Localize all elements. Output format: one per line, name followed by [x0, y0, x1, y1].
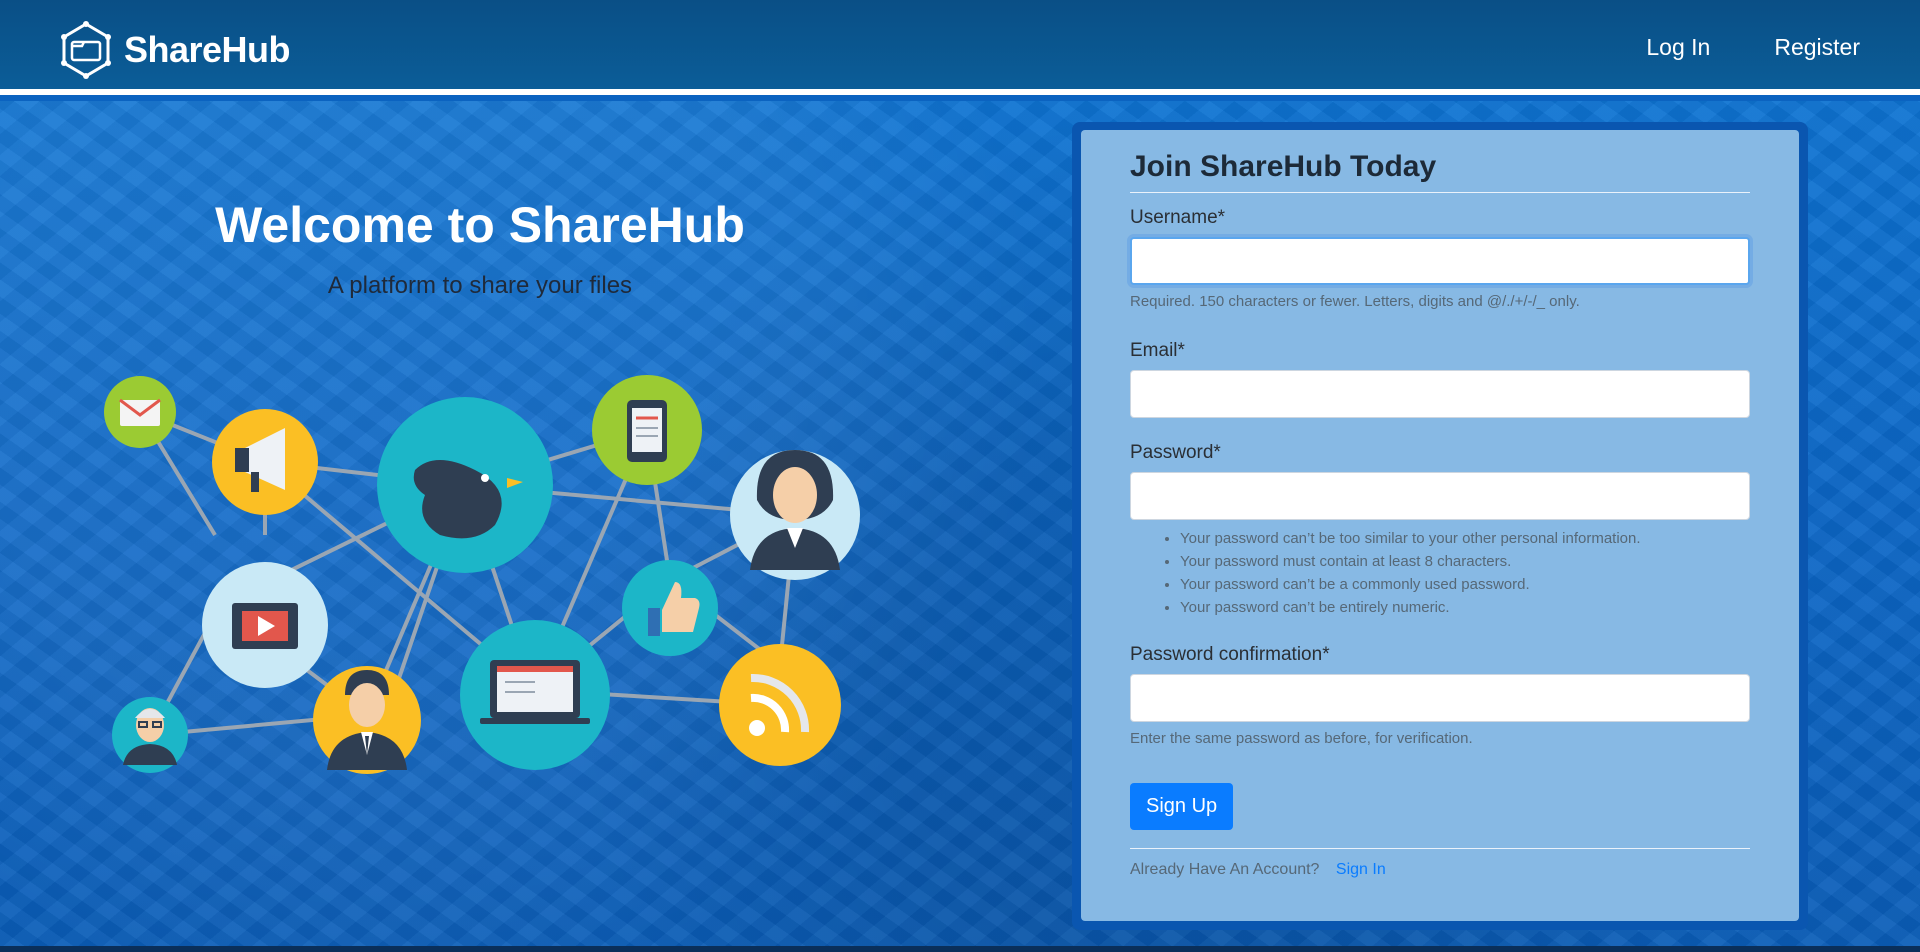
username-help: Required. 150 characters or fewer. Lette…: [1130, 293, 1580, 310]
bottom-strip: [0, 946, 1920, 952]
form-divider: [1130, 848, 1750, 849]
account-prompt-text: Already Have An Account?: [1130, 861, 1320, 878]
mail-icon: [104, 376, 176, 448]
signin-link[interactable]: Sign In: [1336, 861, 1386, 878]
password-rule: Your password can’t be entirely numeric.: [1180, 599, 1750, 616]
thumbs-up-icon: [622, 560, 718, 656]
businessman-avatar: [313, 666, 421, 774]
password-confirmation-label: Password confirmation*: [1130, 644, 1330, 665]
password-rule: Your password can’t be too similar to yo…: [1180, 530, 1750, 547]
nav-register-link[interactable]: Register: [1774, 34, 1860, 61]
email-input[interactable]: [1130, 370, 1750, 418]
form-title: Join ShareHub Today: [1130, 150, 1750, 193]
hero-subtitle: A platform to share your files: [327, 272, 633, 299]
password-label: Password*: [1130, 442, 1221, 463]
nav-login-link[interactable]: Log In: [1646, 34, 1710, 61]
password-rule: Your password must contain at least 8 ch…: [1180, 553, 1750, 570]
network-illustration: [104, 375, 860, 774]
nav-links: Log In Register: [1646, 34, 1860, 61]
brand-link[interactable]: ShareHub: [56, 20, 291, 80]
password-rules: Your password can’t be too similar to yo…: [1130, 530, 1750, 616]
video-icon: [202, 562, 328, 688]
smartphone-icon: [592, 375, 702, 485]
password-confirmation-help: Enter the same password as before, for v…: [1130, 730, 1473, 747]
rss-icon: [719, 644, 841, 766]
password-rule: Your password can’t be a commonly used p…: [1180, 576, 1750, 593]
account-prompt-line: Already Have An Account? Sign In: [1130, 861, 1750, 879]
laptop-icon: [460, 620, 610, 770]
hero-title: Welcome to ShareHub: [215, 197, 745, 253]
brand-name: ShareHub: [124, 29, 291, 70]
navbar: ShareHub Log In Register: [0, 0, 1920, 95]
bird-icon: [377, 397, 553, 573]
sharehub-logo-icon: [61, 21, 111, 79]
email-label: Email*: [1130, 340, 1185, 361]
businesswoman-avatar: [730, 450, 860, 580]
username-input[interactable]: [1130, 237, 1750, 285]
signup-form: Join ShareHub Today Username* Required. …: [1130, 150, 1750, 879]
password-input[interactable]: [1130, 472, 1750, 520]
megaphone-icon: [212, 409, 318, 515]
elderly-man-avatar: [112, 697, 188, 773]
signup-button[interactable]: Sign Up: [1130, 783, 1234, 830]
password-confirmation-input[interactable]: [1130, 674, 1750, 722]
username-label: Username*: [1130, 207, 1226, 228]
